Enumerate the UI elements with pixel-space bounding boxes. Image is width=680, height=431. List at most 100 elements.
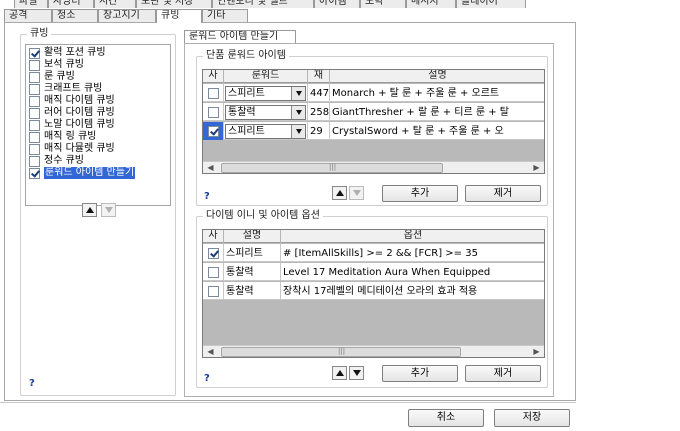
- move-down-button[interactable]: [349, 366, 364, 380]
- col-runeword[interactable]: 룬워드: [224, 70, 308, 83]
- col-use[interactable]: 사: [203, 230, 224, 243]
- checkbox[interactable]: [29, 47, 40, 59]
- checkbox[interactable]: [29, 71, 40, 83]
- dropdown-icon[interactable]: [291, 105, 305, 119]
- scroll-left-icon[interactable]: ◀: [204, 346, 217, 357]
- runeword-combo[interactable]: 통찰력: [225, 104, 306, 120]
- remove-button[interactable]: 제거: [465, 185, 541, 202]
- col-num[interactable]: 재: [308, 70, 330, 83]
- checkbox[interactable]: [29, 59, 40, 71]
- scroll-right-icon[interactable]: ▶: [530, 346, 543, 357]
- dropdown-icon[interactable]: [291, 124, 305, 138]
- row-checkbox[interactable]: [207, 87, 219, 99]
- row-checkbox[interactable]: [207, 285, 219, 297]
- tab-inventory[interactable]: 인벤토리 및 벨트: [212, 0, 314, 8]
- col-option[interactable]: 옵션: [281, 230, 544, 243]
- cubing-item-amulet[interactable]: 매직 다뮬렛 큐빙: [29, 143, 115, 155]
- move-up-button[interactable]: [82, 203, 97, 217]
- tab-time[interactable]: 시간: [94, 0, 136, 8]
- cell-option: # [ItemAllSkills] >= 2 && [FCR] >= 35: [281, 244, 544, 262]
- row-checkbox[interactable]: [207, 106, 219, 118]
- col-use[interactable]: 사: [203, 70, 224, 83]
- arrow-down-icon: [352, 370, 361, 376]
- remove-button[interactable]: 제거: [465, 365, 541, 382]
- help-icon[interactable]: ?: [29, 378, 35, 389]
- table-row[interactable]: 통찰력 Level 17 Meditation Aura When Equipp…: [203, 263, 544, 281]
- table-row[interactable]: 스피리트 29 CrystalSword + 탈 룬 + 주울 룬 + 오: [203, 122, 544, 140]
- cubing-list: 활력 포션 큐빙 보석 큐빙 룬 큐빙 크래프트 큐빙 매직 다이템 큐빙 러어…: [25, 44, 171, 206]
- help-icon[interactable]: ?: [204, 191, 210, 202]
- cubing-item-label: 매직 다이템 큐빙: [44, 95, 115, 106]
- tab-row-top: 파일 사냥터 시간 보관 및 저장 인벤토리 및 벨트 아이템 도박 메시지 플…: [14, 0, 526, 8]
- dropdown-icon[interactable]: [291, 86, 305, 100]
- runeword-combo-value: 스피리트: [228, 87, 265, 99]
- tab-file[interactable]: 파일: [14, 0, 48, 8]
- save-button[interactable]: 저장: [494, 409, 570, 427]
- tab-gamble[interactable]: 도박: [360, 0, 406, 8]
- add-button[interactable]: 추가: [382, 185, 458, 202]
- cubing-item-runeword[interactable]: 룬워드 아이템 만들기: [29, 167, 136, 179]
- tab-etc[interactable]: 기타: [202, 9, 248, 22]
- cubing-item-magic[interactable]: 매직 다이템 큐빙: [29, 95, 115, 107]
- scroll-right-icon[interactable]: ▶: [530, 162, 543, 173]
- checkbox[interactable]: [29, 119, 40, 131]
- cubing-item-rare[interactable]: 러어 다이템 큐빙: [29, 107, 115, 119]
- tab-runeword-maker[interactable]: 룬워드 아이템 만들기: [184, 30, 296, 43]
- cell-desc: CrystalSword + 탈 룬 + 주울 룬 + 오: [330, 122, 544, 140]
- checkbox[interactable]: [29, 83, 40, 95]
- cancel-button[interactable]: 취소: [408, 409, 484, 427]
- runeword-combo[interactable]: 스피리트: [225, 85, 306, 101]
- add-button[interactable]: 추가: [382, 365, 458, 382]
- row-checkbox[interactable]: [207, 266, 219, 278]
- col-desc[interactable]: 설명: [330, 70, 544, 83]
- grip-icon: |||: [329, 163, 337, 171]
- cubing-item-essence[interactable]: 정수 큐빙: [29, 155, 84, 167]
- tab-player[interactable]: 플레이어: [456, 0, 526, 8]
- table-row[interactable]: 통찰력 258 GiantThresher + 랄 룬 + 티르 룬 + 탈: [203, 103, 544, 121]
- cell-desc: Monarch + 탈 룬 + 주울 룬 + 오르트: [330, 84, 544, 102]
- col-name[interactable]: 설명: [224, 230, 281, 243]
- runeword-combo[interactable]: 스피리트: [225, 123, 306, 139]
- cubing-item-label: 크래프트 큐빙: [44, 83, 103, 94]
- checkbox[interactable]: [29, 155, 40, 167]
- arrow-up-icon: [85, 207, 94, 213]
- tab-hunting[interactable]: 사냥터: [48, 0, 94, 8]
- runeword-combo-value: 통찰력: [228, 106, 256, 118]
- move-down-button[interactable]: [349, 186, 364, 200]
- checkbox[interactable]: [29, 167, 40, 179]
- arrow-down-icon: [104, 207, 113, 213]
- move-down-button[interactable]: [101, 203, 116, 217]
- cell-name: 통찰력: [224, 282, 281, 300]
- scroll-left-icon[interactable]: ◀: [204, 162, 217, 173]
- cubing-item-ring[interactable]: 매직 링 큐빙: [29, 131, 96, 143]
- tab-stash[interactable]: 창고지기: [98, 9, 156, 22]
- tab-cleanup[interactable]: 청소: [52, 9, 98, 22]
- checkbox[interactable]: [29, 143, 40, 155]
- table-row[interactable]: 스피리트 447 Monarch + 탈 룬 + 주울 룬 + 오르트: [203, 84, 544, 102]
- checkbox[interactable]: [29, 95, 40, 107]
- checkbox[interactable]: [29, 107, 40, 119]
- cubing-item-rejuv[interactable]: 활력 포션 큐빙: [29, 47, 106, 59]
- cubing-item-gem[interactable]: 보석 큐빙: [29, 59, 84, 71]
- table-row[interactable]: 통찰력 장착시 17레벨의 메디테이션 오라의 효과 적용: [203, 282, 544, 300]
- tab-attack[interactable]: 공격: [4, 9, 52, 22]
- table-row[interactable]: 스피리트 # [ItemAllSkills] >= 2 && [FCR] >= …: [203, 244, 544, 262]
- cubing-item-craft[interactable]: 크래프트 큐빙: [29, 83, 102, 95]
- item-option-group: 다이템 이니 및 아이템 옵션 사 설명 옵션 스피리트 # [ItemAllS…: [196, 210, 548, 388]
- tab-item[interactable]: 아이템: [314, 0, 360, 8]
- cubing-item-rune[interactable]: 룬 큐빙: [29, 71, 75, 83]
- row-checkbox[interactable]: [207, 125, 219, 137]
- cubing-item-normal[interactable]: 노말 다이템 큐빙: [29, 119, 115, 131]
- option-hscroll[interactable]: ◀ ||| ▶: [203, 345, 544, 357]
- row-checkbox[interactable]: [207, 247, 219, 259]
- tab-message[interactable]: 메시지: [406, 0, 456, 8]
- footer-divider: [0, 402, 576, 403]
- checkbox[interactable]: [29, 131, 40, 143]
- cubing-item-label: 보석 큐빙: [44, 59, 84, 70]
- move-up-button[interactable]: [332, 186, 347, 200]
- tab-cubing[interactable]: 큐빙: [156, 9, 202, 23]
- runeword-hscroll[interactable]: ◀ ||| ▶: [203, 161, 544, 173]
- help-icon[interactable]: ?: [204, 373, 210, 384]
- tab-storage[interactable]: 보관 및 저장: [136, 0, 212, 8]
- move-up-button[interactable]: [332, 366, 347, 380]
